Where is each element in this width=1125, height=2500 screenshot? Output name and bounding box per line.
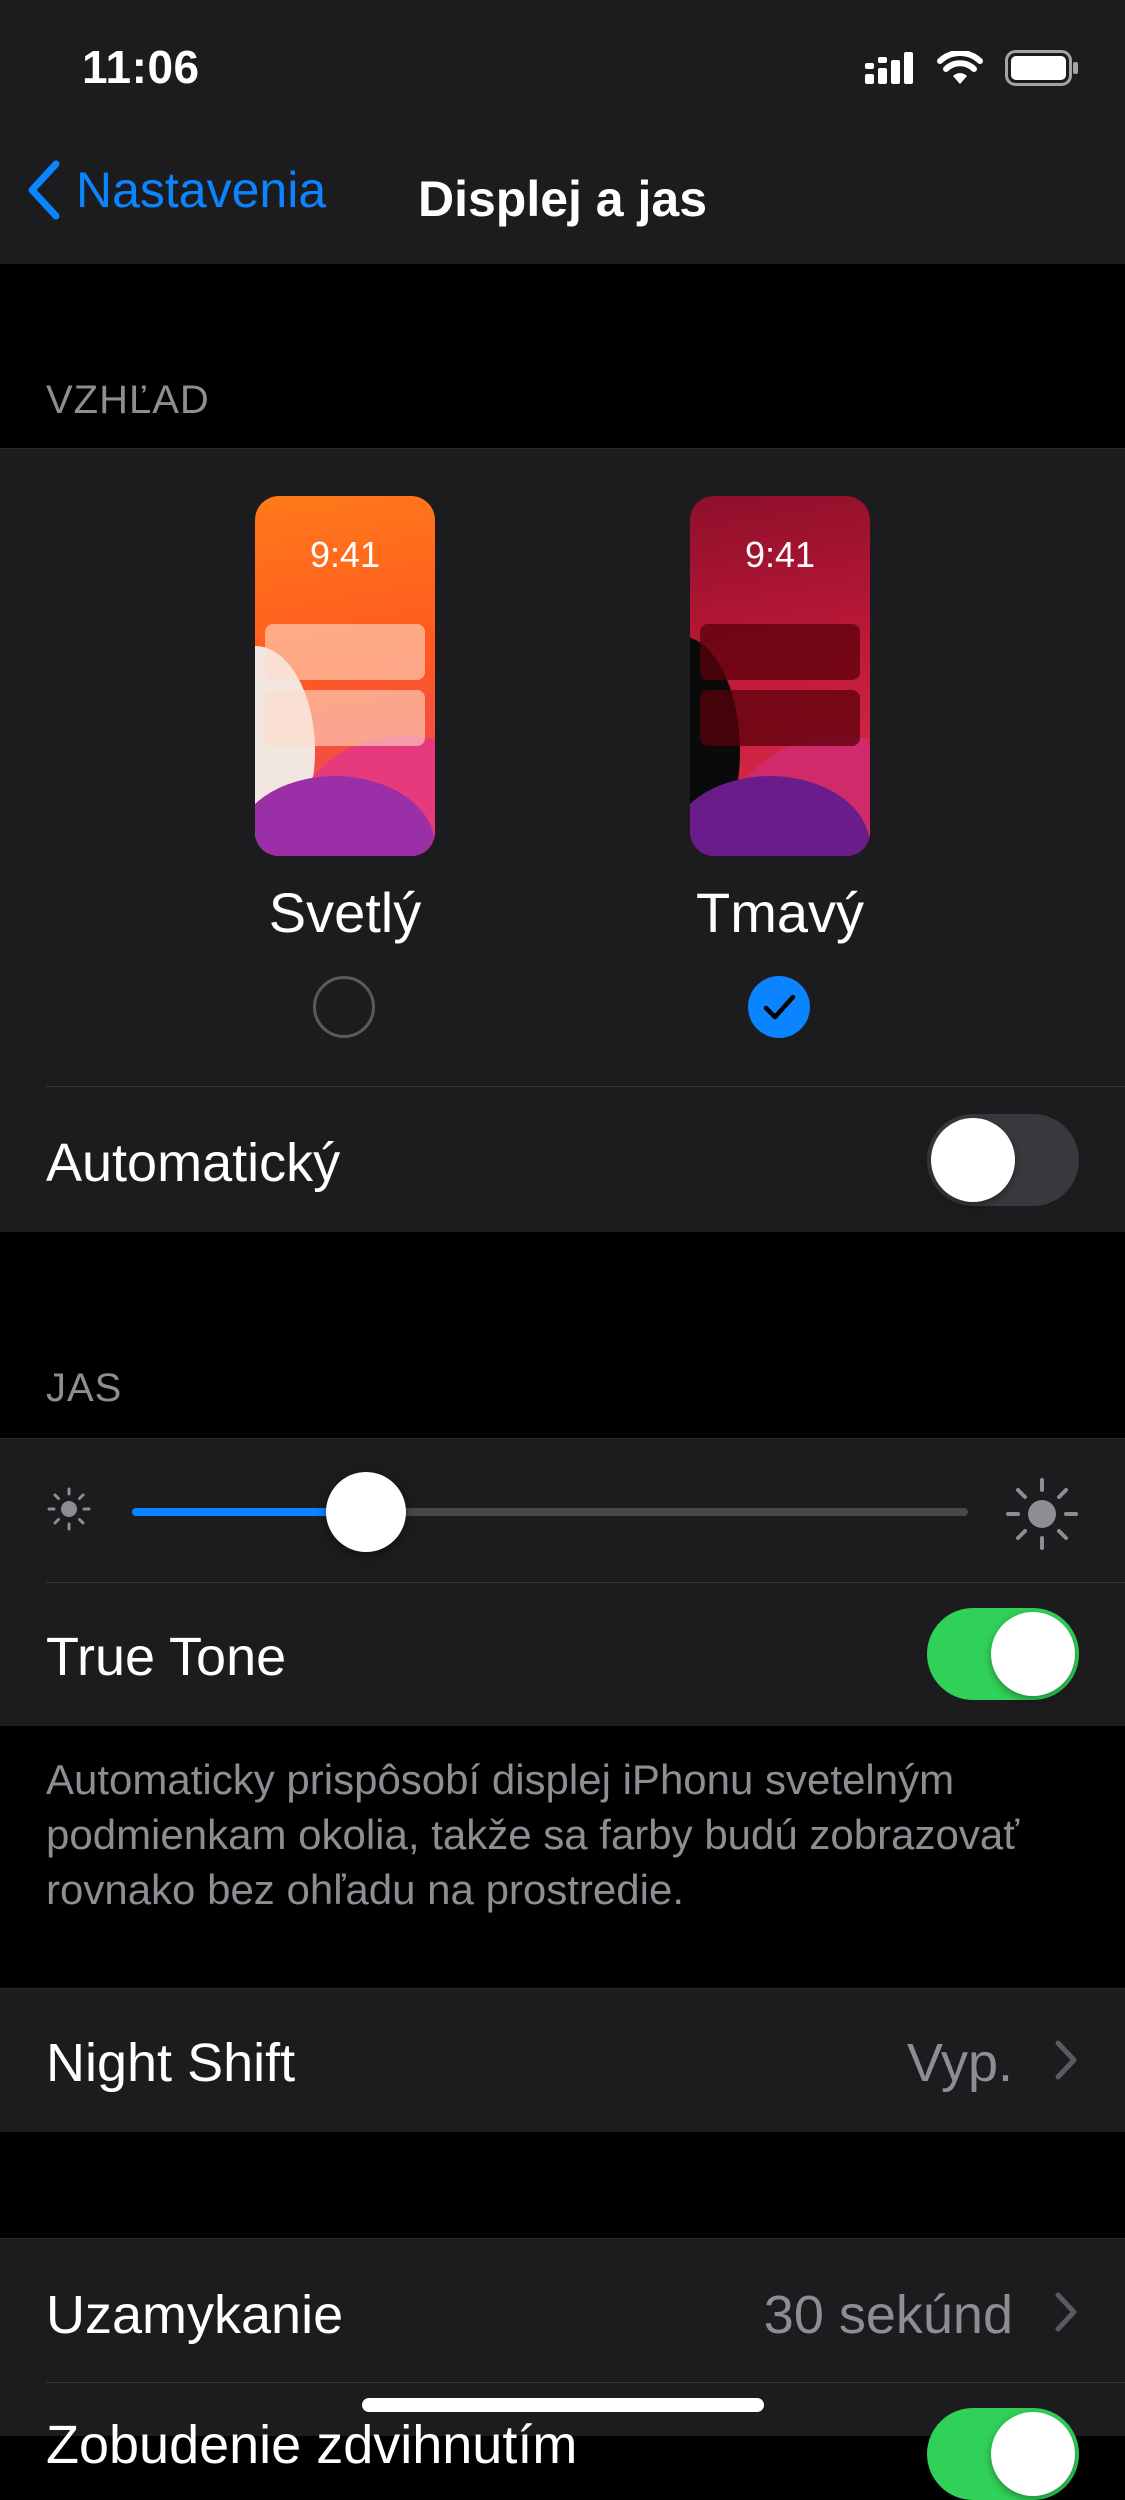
toggle-knob: [931, 1118, 1015, 1202]
sun-small-icon: [47, 1487, 91, 1531]
page-title-text: Displej a jas: [417, 171, 708, 227]
appearance-option-label: Tmavý: [696, 881, 864, 944]
status-bar-time: 11:06: [82, 41, 200, 93]
toggle-knob: [991, 2412, 1075, 2496]
true-tone-toggle[interactable]: [927, 1608, 1079, 1700]
automatic-label: Automatický: [46, 1133, 341, 1193]
appearance-option-label: Svetlý: [268, 881, 422, 944]
true-tone-label: True Tone: [46, 1627, 287, 1687]
dark-mode-preview: 9:41: [690, 496, 870, 856]
light-preview-notification: [265, 690, 425, 746]
brightness-slider[interactable]: [132, 1472, 968, 1552]
chevron-right-icon: [1055, 2040, 1077, 2080]
dark-preview-time: 9:41: [744, 534, 816, 575]
battery-icon: [1005, 50, 1078, 86]
sun-large-icon: [1006, 1478, 1078, 1550]
light-preview-notification: [265, 624, 425, 680]
night-shift-value: Vyp.: [906, 2033, 1013, 2093]
raise-to-wake-label: Zobudenie zdvihnutím: [46, 2415, 578, 2475]
page-title: Displej a jas: [0, 170, 1125, 228]
brightness-section-header: JAS: [46, 1366, 123, 1410]
dark-preview-notification: [700, 690, 860, 746]
chevron-right-icon: [1055, 2292, 1077, 2332]
auto-lock-label: Uzamykanie: [46, 2285, 344, 2345]
toggle-knob: [991, 1612, 1075, 1696]
automatic-toggle[interactable]: [927, 1114, 1079, 1206]
brightness-group: True Tone: [0, 1438, 1125, 1726]
slider-thumb[interactable]: [326, 1472, 407, 1552]
true-tone-description: Automaticky prispôsobí displej iPhonu sv…: [46, 1756, 1019, 1913]
wifi-icon: [937, 51, 983, 84]
light-radio-button[interactable]: [313, 976, 375, 1038]
cellular-signal-icon: [865, 52, 913, 84]
status-bar-icons: [865, 48, 1079, 88]
appearance-group: 9:41 Svetlý 9:41 Tmavý Automatický: [0, 448, 1125, 1232]
checkmark-icon: [763, 994, 796, 1020]
light-preview-time: 9:41: [309, 534, 381, 575]
night-shift-label: Night Shift: [46, 2033, 296, 2093]
light-mode-preview: 9:41: [255, 496, 435, 856]
night-shift-row[interactable]: Night Shift Vyp.: [0, 1988, 1125, 2132]
appearance-section-header: VZHĽAD: [46, 378, 210, 422]
dark-radio-button[interactable]: [748, 976, 810, 1038]
dark-preview-notification: [700, 624, 860, 680]
raise-to-wake-toggle[interactable]: [927, 2408, 1079, 2500]
auto-lock-value: 30 sekúnd: [763, 2285, 1013, 2345]
home-indicator: [362, 2398, 764, 2412]
